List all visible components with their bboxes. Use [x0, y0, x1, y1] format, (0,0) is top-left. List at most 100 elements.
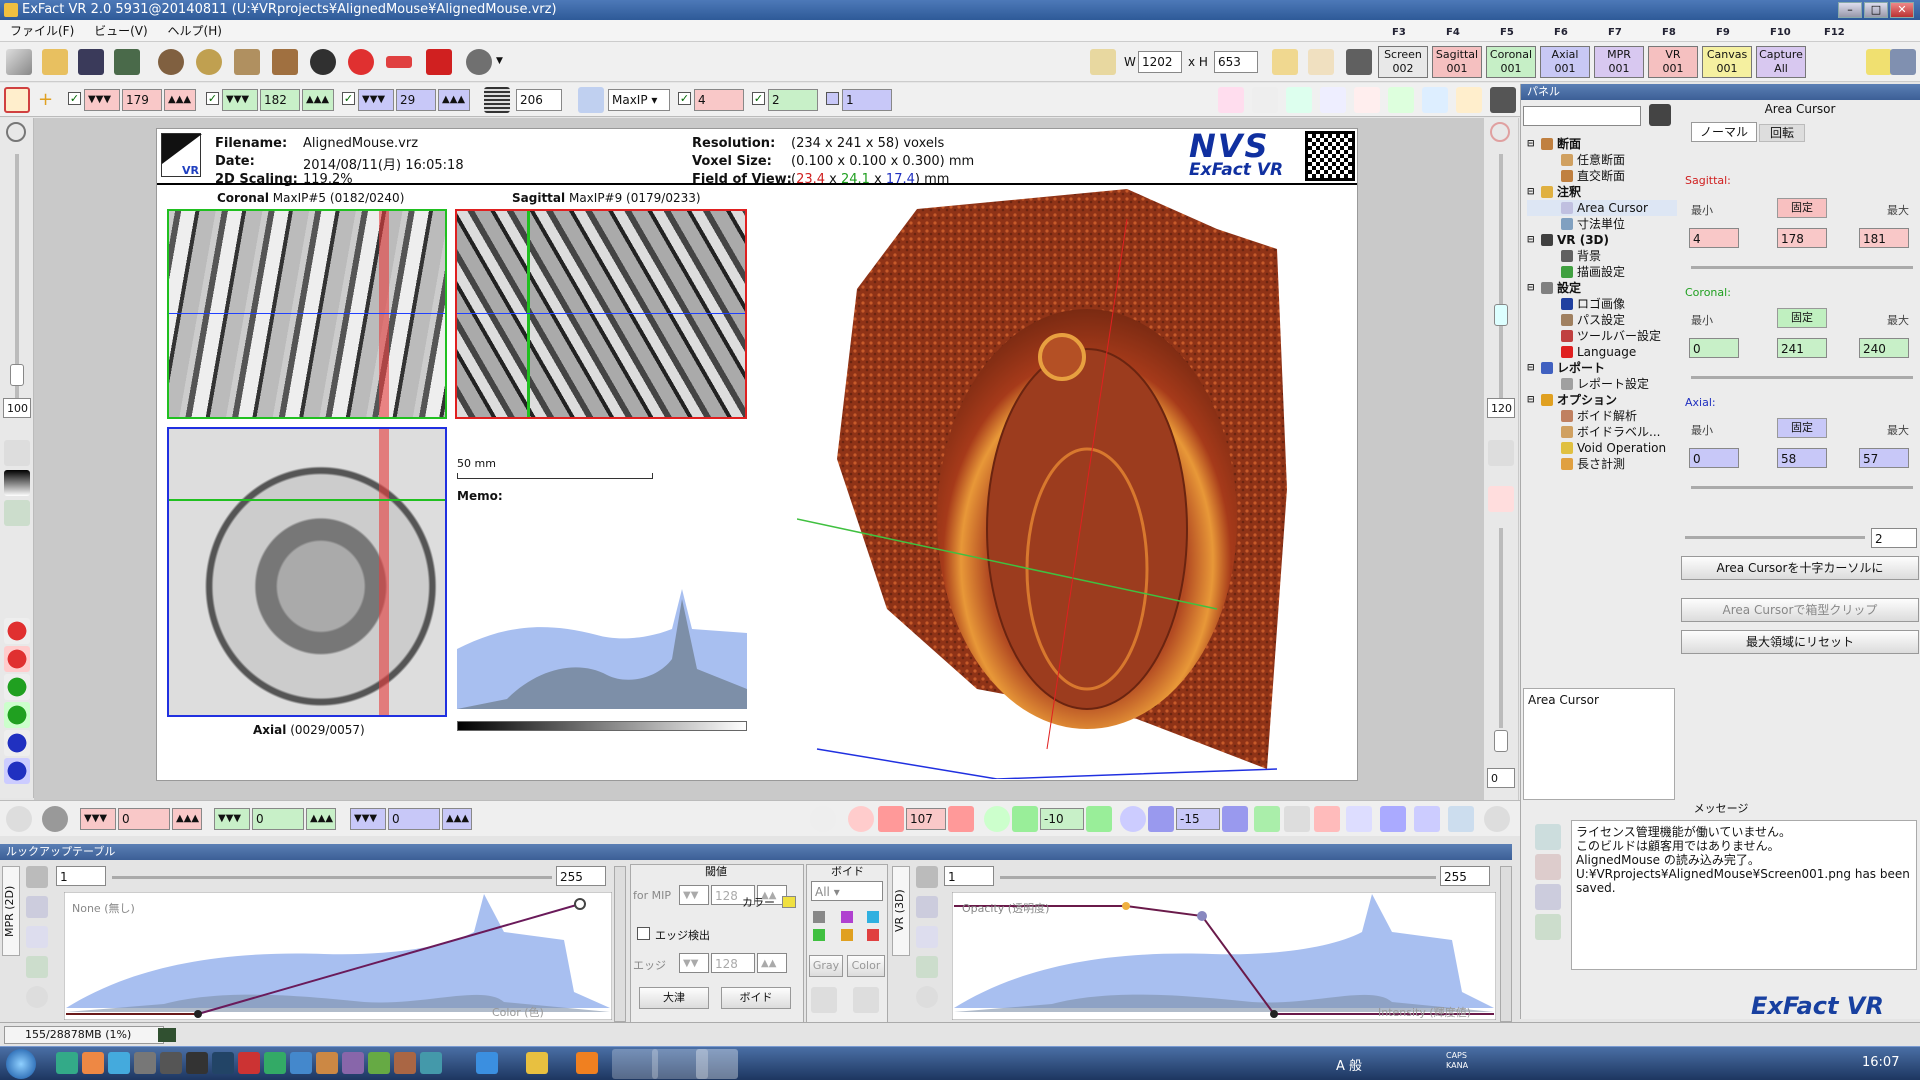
- camera-icon[interactable]: [1346, 49, 1372, 75]
- view-prev-icon[interactable]: [1346, 806, 1372, 832]
- sagittal-mid-input[interactable]: 178: [1777, 228, 1827, 248]
- minimize-button[interactable]: –: [1838, 2, 1862, 18]
- tree-item[interactable]: レポート設定: [1527, 376, 1677, 392]
- zoom-slider-thumb[interactable]: [10, 364, 24, 386]
- save-as-icon[interactable]: [114, 49, 140, 75]
- tree-item[interactable]: ⊟ オプション: [1527, 392, 1677, 408]
- axial-offset-input[interactable]: 0: [388, 808, 440, 830]
- tool-icon[interactable]: [1286, 87, 1312, 113]
- tree-item[interactable]: ⊟ レポート: [1527, 360, 1677, 376]
- view-button-capture[interactable]: Capture All: [1756, 46, 1806, 78]
- vr-zoom-thumb[interactable]: [1494, 304, 1508, 326]
- tree-item[interactable]: 長さ計測: [1527, 456, 1677, 472]
- binoculars-icon[interactable]: [1649, 104, 1671, 126]
- rotate-y-left-icon[interactable]: [1012, 806, 1038, 832]
- fit-icon[interactable]: [4, 440, 30, 466]
- view-button-screen[interactable]: Screen 002: [1378, 46, 1428, 78]
- vr-lut-up-icon[interactable]: [916, 896, 938, 918]
- coronal-view[interactable]: [167, 209, 447, 419]
- axial-min-input[interactable]: 0: [1689, 448, 1739, 468]
- tree-item[interactable]: ツールバー設定: [1527, 328, 1677, 344]
- vr-lut-save-icon[interactable]: [916, 956, 938, 978]
- arrows-icon[interactable]: [1320, 87, 1346, 113]
- square-icon[interactable]: [1388, 87, 1414, 113]
- slab-a-input[interactable]: 2: [768, 89, 818, 111]
- sagittal-checkbox[interactable]: ✓: [68, 92, 81, 105]
- ie-icon[interactable]: [476, 1052, 498, 1074]
- view-next-icon[interactable]: [1314, 806, 1340, 832]
- rotate-y-icon[interactable]: [984, 806, 1010, 832]
- taskbar-app-icon[interactable]: [238, 1052, 260, 1074]
- save-log-icon[interactable]: [1535, 884, 1561, 910]
- vr-lut-reset-icon[interactable]: [916, 986, 938, 1008]
- rotate-z-icon[interactable]: [1120, 806, 1146, 832]
- close-button[interactable]: ✕: [1890, 2, 1914, 18]
- contrast-icon[interactable]: [4, 470, 30, 496]
- lut-reset-icon[interactable]: [26, 986, 48, 1008]
- color-swatch[interactable]: [782, 896, 796, 908]
- lut-up-icon[interactable]: [26, 896, 48, 918]
- down-icon[interactable]: [1535, 914, 1561, 940]
- tree-item[interactable]: ボイド解析: [1527, 408, 1677, 424]
- maximize-button[interactable]: □: [1864, 2, 1888, 18]
- minus-icon[interactable]: [1422, 87, 1448, 113]
- tree-item[interactable]: 寸法単位: [1527, 216, 1677, 232]
- orbit-icon[interactable]: [42, 806, 68, 832]
- tree-item[interactable]: ⊟ 注釈: [1527, 184, 1677, 200]
- lut-save-icon[interactable]: [26, 956, 48, 978]
- ime-indicator[interactable]: A 般: [1336, 1055, 1362, 1074]
- tab-vr-3d[interactable]: VR (3D): [892, 866, 910, 956]
- vr-lut-min-input[interactable]: 1: [944, 866, 994, 886]
- rotate-x-left-icon[interactable]: [878, 806, 904, 832]
- reset-max-button[interactable]: 最大領域にリセット: [1681, 630, 1919, 654]
- mpr-lut-plot[interactable]: [64, 892, 612, 1020]
- expand-icon[interactable]: [1218, 87, 1244, 113]
- clip-thumb[interactable]: [1494, 730, 1508, 752]
- tab-normal[interactable]: ノーマル: [1691, 122, 1757, 142]
- vr-lut-zoom-icon[interactable]: [916, 866, 938, 888]
- rotate-y-input[interactable]: -10: [1040, 808, 1084, 830]
- vendor-logo-icon[interactable]: [386, 56, 412, 68]
- tree-item[interactable]: ⊟ 設定: [1527, 280, 1677, 296]
- lock-icon[interactable]: [1456, 87, 1482, 113]
- taskbar-exfact[interactable]: [696, 1049, 738, 1079]
- lifebuoy-icon[interactable]: [348, 49, 374, 75]
- axial-mid-input[interactable]: 58: [1777, 448, 1827, 468]
- width-input[interactable]: 1202: [1138, 51, 1182, 73]
- zoom-icon[interactable]: [1490, 122, 1510, 142]
- tree-item[interactable]: ロゴ画像: [1527, 296, 1677, 312]
- coronal-toggle-icon[interactable]: [4, 702, 30, 728]
- volume-icon[interactable]: [196, 49, 222, 75]
- mask-icon[interactable]: [310, 49, 336, 75]
- coronal-max-input[interactable]: 240: [1859, 338, 1909, 358]
- menu-file[interactable]: ファイル(F): [10, 24, 74, 38]
- tree-item[interactable]: ⊟ 断面: [1527, 136, 1677, 152]
- vr-zoom-value[interactable]: 120: [1487, 398, 1515, 418]
- up-icon[interactable]: [1535, 824, 1561, 850]
- layers-icon[interactable]: [272, 49, 298, 75]
- taskbar-app-icon[interactable]: [394, 1052, 416, 1074]
- cursor-to-crosshair-button[interactable]: Area Cursorを十字カーソルに: [1681, 556, 1919, 580]
- zoom-icon[interactable]: [6, 122, 26, 142]
- axial-max-input[interactable]: 57: [1859, 448, 1909, 468]
- tree-item[interactable]: ボイドラベル...: [1527, 424, 1677, 440]
- taskbar-app-icon[interactable]: [316, 1052, 338, 1074]
- sagittal-range-slider[interactable]: [1691, 266, 1913, 269]
- view-button-axial[interactable]: Axial 001: [1540, 46, 1590, 78]
- projection-select[interactable]: MaxIP ▾: [608, 89, 670, 111]
- box-clip-button[interactable]: Area Cursorで箱型クリップ: [1681, 598, 1919, 622]
- view-side-icon[interactable]: [1284, 806, 1310, 832]
- rotate-z-input[interactable]: -15: [1176, 808, 1220, 830]
- lut-zoom-icon[interactable]: [26, 866, 48, 888]
- mip-value-input[interactable]: 4: [694, 89, 744, 111]
- axial-checkbox[interactable]: ✓: [342, 92, 355, 105]
- reset-icon[interactable]: [6, 806, 32, 832]
- mip-checkbox[interactable]: ✓: [678, 92, 691, 105]
- scissors-icon[interactable]: [1488, 486, 1514, 512]
- mpr-lut-range-slider[interactable]: [112, 876, 552, 879]
- tree-item[interactable]: ⊟ VR (3D): [1527, 232, 1677, 248]
- rotate-z-left-icon[interactable]: [1148, 806, 1174, 832]
- axial-toggle-icon[interactable]: [4, 758, 30, 784]
- taskbar-app-icon[interactable]: [160, 1052, 182, 1074]
- view-button-coronal[interactable]: Coronal 001: [1486, 46, 1536, 78]
